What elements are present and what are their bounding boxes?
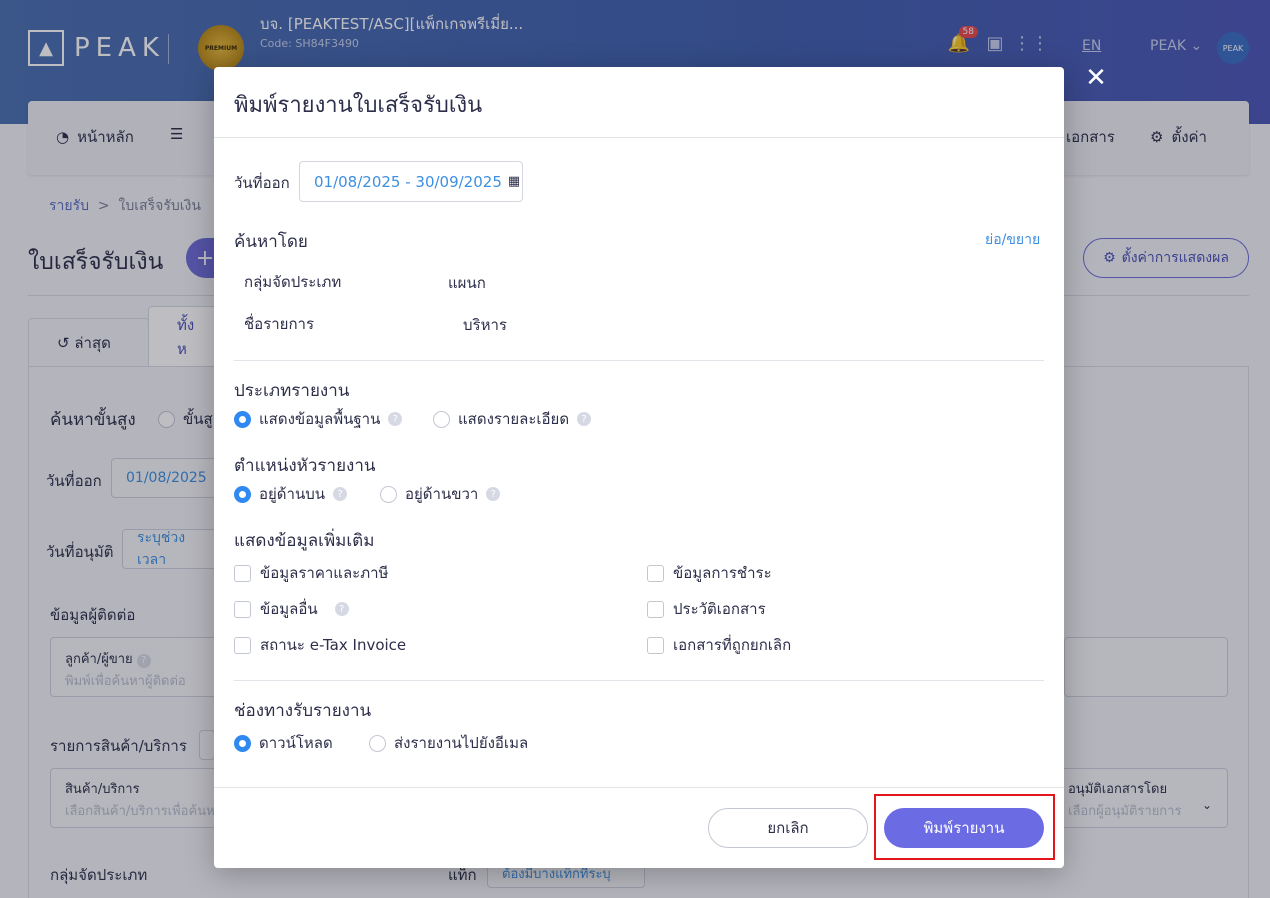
cancel-button[interactable]: ยกเลิก [708, 808, 868, 848]
radio-selected-icon [234, 410, 251, 428]
download-radio[interactable]: ดาวน์โหลด [234, 731, 333, 755]
report-type-detail-radio[interactable]: แสดงรายละเอียด ? [433, 407, 592, 431]
date-range-input[interactable]: 01/08/2025 - 30/09/2025 ▦ [299, 161, 523, 202]
radio-selected-icon [234, 734, 251, 752]
checkbox-icon [647, 564, 664, 582]
help-icon[interactable]: ? [388, 412, 403, 426]
radio-circle-icon [433, 410, 450, 428]
header-right-radio[interactable]: อยู่ด้านขวา ? [380, 482, 501, 506]
etax-status-checkbox[interactable]: สถานะ e-Tax Invoice [234, 633, 406, 657]
help-icon[interactable]: ? [577, 412, 592, 426]
close-icon[interactable]: ✕ [1082, 63, 1110, 93]
help-icon[interactable]: ? [334, 602, 349, 616]
calendar-icon: ▦ [507, 174, 521, 189]
cancelled-docs-checkbox[interactable]: เอกสารที่ถูกยกเลิก [647, 633, 791, 657]
checkbox-icon [647, 600, 664, 618]
checkbox-icon [234, 564, 251, 582]
checkbox-icon [647, 636, 664, 654]
report-type-heading: ประเภทรายงาน [234, 381, 350, 401]
delivery-heading: ช่องทางรับรายงาน [234, 701, 372, 721]
header-top-radio[interactable]: อยู่ด้านบน ? [234, 482, 347, 506]
price-tax-checkbox[interactable]: ข้อมูลราคาและภาษี [234, 561, 388, 585]
search-by-heading: ค้นหาโดย [234, 232, 308, 252]
search-row-label: ชื่อรายการ [244, 315, 315, 333]
title-divider [214, 137, 1064, 138]
search-row-value: บริหาร [463, 316, 507, 334]
search-row-label: กลุ่มจัดประเภท [244, 273, 342, 291]
collapse-expand-link[interactable]: ย่อ/ขยาย [985, 229, 1040, 251]
header-position-heading: ตำแหน่งหัวรายงาน [234, 456, 376, 476]
document-history-checkbox[interactable]: ประวัติเอกสาร [647, 597, 766, 621]
payment-info-checkbox[interactable]: ข้อมูลการชำระ [647, 561, 772, 585]
checkbox-icon [234, 636, 251, 654]
other-info-checkbox[interactable]: ข้อมูลอื่น ? [234, 597, 349, 621]
help-icon[interactable]: ? [486, 487, 501, 501]
radio-selected-icon [234, 485, 251, 503]
report-type-basic-radio[interactable]: แสดงข้อมูลพื้นฐาน ? [234, 407, 403, 431]
search-row-value: แผนก [448, 274, 486, 292]
highlight-box [874, 794, 1055, 860]
dialog-title: พิมพ์รายงานใบเสร็จรับเงิน [234, 93, 483, 118]
radio-circle-icon [380, 485, 397, 503]
print-report-dialog: พิมพ์รายงานใบเสร็จรับเงิน วันที่ออก 01/0… [214, 67, 1064, 868]
extra-info-heading: แสดงข้อมูลเพิ่มเติม [234, 531, 375, 551]
checkbox-icon [234, 600, 251, 618]
issue-date-label: วันที่ออก [234, 174, 290, 192]
help-icon[interactable]: ? [333, 487, 347, 501]
section-divider [234, 680, 1044, 681]
radio-circle-icon [369, 734, 386, 752]
email-radio[interactable]: ส่งรายงานไปยังอีเมล [369, 731, 528, 755]
section-divider [234, 360, 1044, 361]
footer-divider [214, 787, 1064, 788]
